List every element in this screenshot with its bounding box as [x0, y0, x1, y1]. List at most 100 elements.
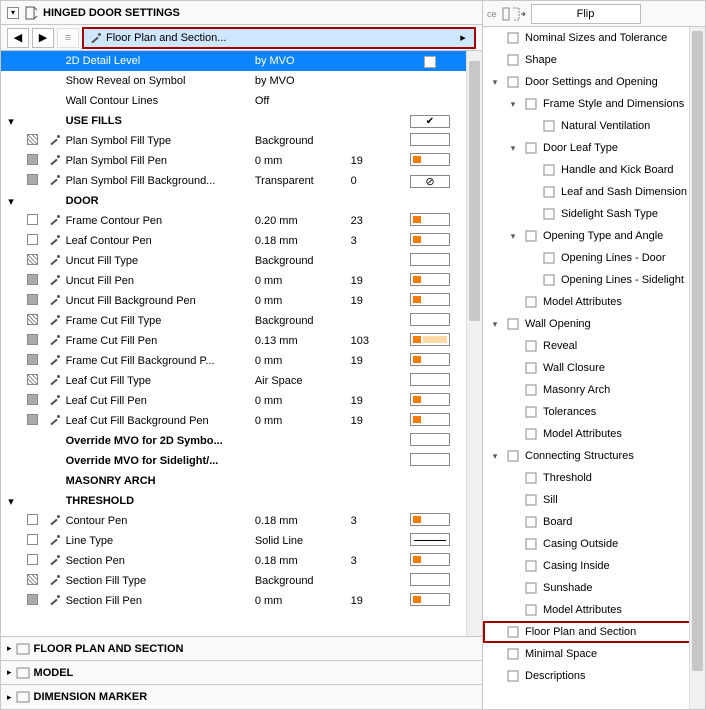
prop-value[interactable]: 0.13 mm — [255, 331, 351, 351]
prop-row[interactable]: Plan Symbol Fill TypeBackground — [1, 131, 482, 151]
prop-row[interactable]: Frame Cut Fill Background P...0 mm19 — [1, 351, 482, 371]
pen-swatch[interactable] — [410, 413, 450, 426]
tree-node[interactable]: ▾Door Leaf Type — [483, 137, 705, 159]
prop-index[interactable] — [351, 251, 402, 271]
prop-index[interactable]: 19 — [351, 591, 402, 611]
tree-node[interactable]: ▾Wall Opening — [483, 313, 705, 335]
tree-node[interactable]: Casing Outside — [483, 533, 705, 555]
prop-index[interactable] — [351, 311, 402, 331]
prop-index[interactable]: 3 — [351, 551, 402, 571]
prop-value[interactable]: Background — [255, 311, 351, 331]
tree-node[interactable]: Casing Inside — [483, 555, 705, 577]
tree-node[interactable]: Wall Closure — [483, 357, 705, 379]
pen-swatch[interactable] — [410, 293, 450, 306]
fill-swatch[interactable] — [410, 133, 450, 146]
tree-node[interactable]: ▾Door Settings and Opening — [483, 71, 705, 93]
prop-value[interactable]: Off — [255, 91, 351, 111]
prop-row[interactable]: ▾USE FILLS — [1, 111, 482, 131]
tree-twist-icon[interactable]: ▾ — [507, 99, 519, 110]
prop-index[interactable] — [351, 91, 402, 111]
prop-index[interactable]: 19 — [351, 151, 402, 171]
prop-index[interactable] — [351, 431, 402, 451]
nav-forward-button[interactable]: ▶ — [32, 28, 54, 48]
pen-swatch[interactable] — [410, 273, 450, 286]
checkbox[interactable] — [410, 433, 450, 446]
grid-scrollbar[interactable] — [466, 51, 482, 636]
tree-node[interactable]: Shape — [483, 49, 705, 71]
tree-node[interactable]: Sidelight Sash Type — [483, 203, 705, 225]
section-dropdown[interactable]: Floor Plan and Section... ▸ — [82, 27, 476, 49]
tree-node[interactable]: Threshold — [483, 467, 705, 489]
pen-swatch[interactable] — [410, 333, 450, 346]
prop-value[interactable]: Transparent — [255, 171, 351, 191]
prop-row[interactable]: Wall Contour LinesOff — [1, 91, 482, 111]
prop-value[interactable]: 0.20 mm — [255, 211, 351, 231]
tree-node[interactable]: Minimal Space — [483, 643, 705, 665]
tree-node[interactable]: Model Attributes — [483, 423, 705, 445]
pen-swatch[interactable] — [410, 593, 450, 606]
nav-back-button[interactable]: ◀ — [7, 28, 29, 48]
prop-row[interactable]: Leaf Cut Fill Background Pen0 mm19 — [1, 411, 482, 431]
prop-value[interactable]: 0 mm — [255, 151, 351, 171]
pen-swatch[interactable] — [410, 153, 450, 166]
tree-node[interactable]: Model Attributes — [483, 291, 705, 313]
fill-swatch[interactable] — [410, 313, 450, 326]
prop-index[interactable]: 3 — [351, 511, 402, 531]
prop-index[interactable] — [351, 51, 402, 71]
tree-node[interactable]: Natural Ventilation — [483, 115, 705, 137]
prop-value[interactable] — [255, 191, 351, 211]
prop-index[interactable] — [351, 531, 402, 551]
prop-row[interactable]: Frame Contour Pen0.20 mm23 — [1, 211, 482, 231]
tree-twist-icon[interactable]: ▾ — [507, 143, 519, 154]
checkbox[interactable] — [410, 453, 450, 466]
tree-scrollbar[interactable] — [689, 27, 705, 709]
prop-row[interactable]: ▾DOOR — [1, 191, 482, 211]
prop-value[interactable]: Solid Line — [255, 531, 351, 551]
prop-index[interactable]: 19 — [351, 391, 402, 411]
prop-index[interactable] — [351, 451, 402, 471]
prop-row[interactable]: Uncut Fill Background Pen0 mm19 — [1, 291, 482, 311]
prop-index[interactable]: 19 — [351, 351, 402, 371]
prop-row[interactable]: Section Pen0.18 mm3 — [1, 551, 482, 571]
prop-value[interactable]: 0 mm — [255, 291, 351, 311]
prop-index[interactable] — [351, 191, 402, 211]
collapsed-panel-header[interactable]: ▸DIMENSION MARKER — [1, 685, 482, 709]
prop-row[interactable]: MASONRY ARCH — [1, 471, 482, 491]
tree-node[interactable]: Opening Lines - Sidelight — [483, 269, 705, 291]
prop-value[interactable]: Background — [255, 571, 351, 591]
prop-row[interactable]: Uncut Fill TypeBackground — [1, 251, 482, 271]
dropdown-icon[interactable]: ▸ — [424, 56, 436, 68]
transparent-swatch[interactable]: ⊘ — [410, 175, 450, 188]
prop-value[interactable]: 0.18 mm — [255, 231, 351, 251]
checkbox[interactable] — [410, 115, 450, 128]
prop-row[interactable]: Override MVO for 2D Symbo... — [1, 431, 482, 451]
pen-swatch[interactable] — [410, 513, 450, 526]
tree-twist-icon[interactable]: ▾ — [489, 451, 501, 462]
line-swatch[interactable] — [410, 533, 450, 546]
prop-index[interactable] — [351, 111, 402, 131]
fill-swatch[interactable] — [410, 573, 450, 586]
prop-row[interactable]: Uncut Fill Pen0 mm19 — [1, 271, 482, 291]
prop-index[interactable]: 19 — [351, 411, 402, 431]
prop-index[interactable]: 3 — [351, 231, 402, 251]
tree-node[interactable]: Board — [483, 511, 705, 533]
tree-node[interactable]: Nominal Sizes and Tolerance — [483, 27, 705, 49]
pen-swatch[interactable] — [410, 213, 450, 226]
prop-value[interactable]: Background — [255, 131, 351, 151]
prop-row[interactable]: ▾THRESHOLD — [1, 491, 482, 511]
expand-icon[interactable]: ▸ — [7, 692, 12, 703]
prop-value[interactable]: by MVO — [255, 51, 351, 71]
tree-node[interactable]: Leaf and Sash Dimension — [483, 181, 705, 203]
tree-node[interactable]: Floor Plan and Section — [483, 621, 705, 643]
tree-node[interactable]: Model Attributes — [483, 599, 705, 621]
prop-index[interactable] — [351, 571, 402, 591]
prop-index[interactable]: 19 — [351, 271, 402, 291]
fill-swatch[interactable] — [410, 373, 450, 386]
prop-value[interactable]: 0.18 mm — [255, 551, 351, 571]
prop-row[interactable]: Override MVO for Sidelight/... — [1, 451, 482, 471]
tree-node[interactable]: Masonry Arch — [483, 379, 705, 401]
prop-row[interactable]: Line TypeSolid Line — [1, 531, 482, 551]
tree-node[interactable]: Handle and Kick Board — [483, 159, 705, 181]
prop-row[interactable]: Frame Cut Fill TypeBackground — [1, 311, 482, 331]
prop-value[interactable]: Air Space — [255, 371, 351, 391]
